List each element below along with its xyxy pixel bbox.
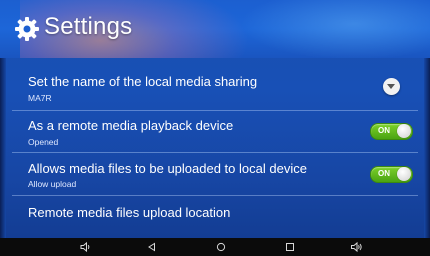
header-glow-right: [240, 0, 430, 58]
toggle-label: ON: [378, 126, 390, 135]
setting-value: Allow upload: [28, 179, 77, 189]
setting-row-media-sharing-name[interactable]: Set the name of the local media sharing …: [12, 66, 418, 111]
settings-screen: Settings Set the name of the local media…: [0, 0, 430, 256]
remote-playback-toggle[interactable]: ON: [370, 123, 413, 140]
volume-up-icon[interactable]: [350, 240, 364, 254]
home-icon[interactable]: [214, 240, 228, 254]
setting-value: Opened: [28, 137, 59, 147]
setting-label: As a remote media playback device: [28, 118, 234, 133]
setting-label: Remote media files upload location: [28, 205, 231, 220]
setting-value: MA7R: [28, 93, 52, 103]
header-bar: Settings: [0, 0, 430, 58]
setting-row-remote-playback[interactable]: As a remote media playback device Opened: [12, 111, 418, 153]
setting-label: Allows media files to be uploaded to loc…: [28, 161, 307, 176]
back-icon[interactable]: [145, 240, 159, 254]
gear-icon: [15, 17, 39, 41]
allow-upload-toggle[interactable]: ON: [370, 166, 413, 183]
navigation-bar: [0, 238, 430, 256]
setting-label: Set the name of the local media sharing: [28, 74, 258, 89]
setting-row-upload-location[interactable]: Remote media files upload location: [12, 196, 418, 226]
toggle-knob: [397, 167, 411, 181]
chevron-down-icon[interactable]: [383, 78, 400, 95]
recents-icon[interactable]: [283, 240, 297, 254]
volume-down-icon[interactable]: [79, 240, 93, 254]
toggle-label: ON: [378, 169, 390, 178]
setting-row-allow-upload[interactable]: Allows media files to be uploaded to loc…: [12, 153, 418, 196]
page-title: Settings: [44, 13, 133, 40]
toggle-knob: [397, 124, 411, 138]
